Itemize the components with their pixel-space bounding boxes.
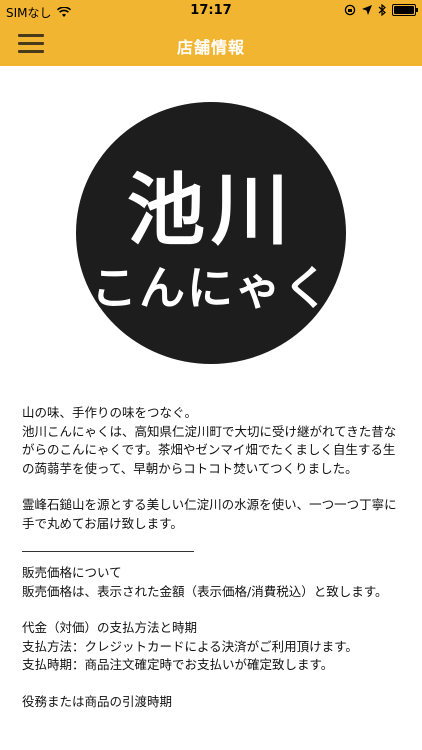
divider — [22, 551, 194, 552]
page-title: 店舗情報 — [176, 38, 245, 57]
location-icon — [362, 5, 372, 15]
logo-kanji: 池川 — [126, 166, 295, 256]
intro-line: 山の味、手作りの味をつなぐ。 — [22, 405, 198, 420]
price-heading: 販売価格について — [22, 565, 122, 580]
intro-paragraph: 山の味、手作りの味をつなぐ。 池川こんにゃくは、高知県仁淀川町で大切に受け継がれ… — [22, 404, 406, 478]
payment-section: 代金（対価）の支払方法と時期 支払方法：クレジットカードによる決済がご利用頂けま… — [22, 619, 406, 675]
logo-kana: こんにゃく — [91, 261, 331, 315]
screen: SIMなし 17:17 店舗情報 池川 こんにゃく 山の味、手作りの味をつなぐ。… — [0, 0, 422, 750]
store-info-content: 山の味、手作りの味をつなぐ。 池川こんにゃくは、高知県仁淀川町で大切に受け継がれ… — [22, 404, 406, 729]
logo-area: 池川 こんにゃく — [0, 66, 422, 386]
intro-line: 池川こんにゃくは、高知県仁淀川町で大切に受け継がれてきた昔ながらのこんにゃくです… — [22, 423, 397, 476]
price-text: 販売価格は、表示された金額（表示価格/消費税込）と致します。 — [22, 583, 388, 599]
payment-timing: 支払時期：商品注文確定時でお支払いが確定致します。 — [22, 657, 334, 672]
bluetooth-icon — [378, 4, 386, 16]
rotation-lock-icon — [344, 4, 356, 16]
store-logo: 池川 こんにゃく — [76, 102, 346, 364]
battery-icon — [392, 4, 418, 16]
status-bar: SIMなし 17:17 — [0, 0, 422, 22]
payment-method: 支払方法：クレジットカードによる決済がご利用頂けます。 — [22, 638, 358, 654]
delivery-heading: 役務または商品の引渡時期 — [22, 693, 173, 709]
water-paragraph: 霊峰石鎚山を源とする美しい仁淀川の水源を使い、一つ一つ丁寧に手で丸めてお届け致し… — [22, 497, 397, 531]
delivery-section: 役務または商品の引渡時期 — [22, 693, 406, 712]
price-section: 販売価格について 販売価格は、表示された金額（表示価格/消費税込）と致します。 — [22, 564, 406, 601]
payment-heading: 代金（対価）の支払方法と時期 — [22, 620, 198, 635]
nav-bar: 店舗情報 — [0, 22, 422, 66]
status-right — [344, 4, 418, 16]
